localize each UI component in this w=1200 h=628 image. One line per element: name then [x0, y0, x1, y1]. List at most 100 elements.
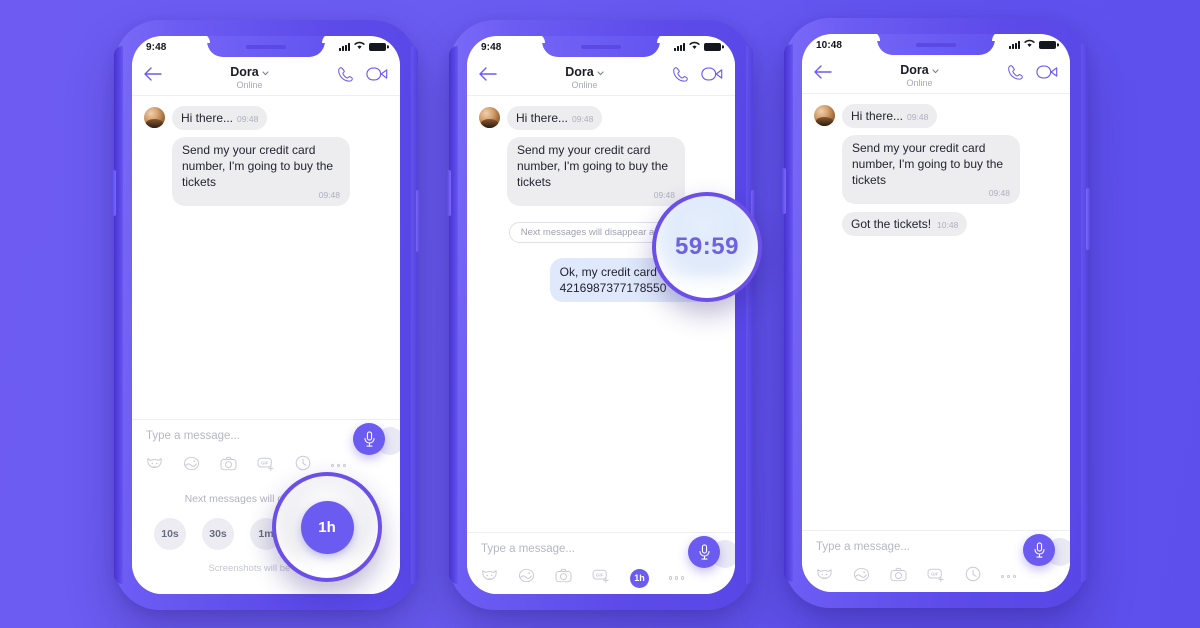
contact-name[interactable]: Dora	[230, 65, 269, 79]
emoji-icon[interactable]	[518, 568, 535, 588]
microphone-button[interactable]	[1023, 534, 1055, 566]
message-text: Hi there...	[516, 111, 569, 125]
gif-icon[interactable]: GIF	[257, 456, 275, 476]
phone-3-message-list: Hi there... 09:48 Send my your credit car…	[802, 94, 1070, 516]
clock-icon[interactable]	[965, 566, 981, 587]
chevron-down-icon	[932, 63, 939, 77]
message-time: 09:48	[907, 112, 929, 122]
emoji-icon[interactable]	[853, 567, 870, 587]
phone-call-icon[interactable]	[1007, 64, 1024, 86]
contact-name-text: Dora	[230, 65, 259, 79]
emoji-icon[interactable]	[183, 456, 200, 476]
avatar	[479, 107, 500, 128]
phone-call-icon[interactable]	[672, 66, 689, 88]
video-camera-icon[interactable]	[1036, 64, 1058, 85]
phone-1-power-button[interactable]	[416, 190, 420, 252]
message-row: Hi there... 09:48	[814, 104, 1058, 128]
video-camera-icon[interactable]	[701, 66, 723, 87]
clock-icon[interactable]	[295, 455, 311, 476]
camera-icon[interactable]	[555, 568, 572, 588]
contact-name[interactable]: Dora	[565, 65, 604, 79]
cellular-signal-icon	[339, 43, 350, 51]
wifi-icon	[354, 41, 365, 53]
gif-icon[interactable]: GIF	[592, 568, 610, 588]
message-bubble[interactable]: Send my your credit card number, I'm goi…	[172, 137, 350, 206]
phone-2-chat-header: Dora Online	[467, 58, 735, 96]
message-input-placeholder: Type a message...	[146, 430, 240, 442]
contact-name[interactable]: Dora	[900, 63, 939, 77]
message-bubble[interactable]: Send my your credit card number, I'm goi…	[842, 135, 1020, 204]
phone-2-composer-tools: GIF 1h	[481, 568, 721, 588]
message-row: Send my your credit card number, I'm goi…	[814, 135, 1058, 204]
phone-1-right-edge	[411, 46, 418, 584]
phone-call-icon[interactable]	[337, 66, 354, 88]
battery-icon	[369, 43, 386, 51]
back-arrow-icon[interactable]	[479, 67, 497, 86]
microphone-button[interactable]	[353, 423, 385, 455]
contact-status: Online	[571, 80, 598, 90]
message-time: 09:48	[653, 190, 675, 201]
sticker-icon[interactable]	[816, 567, 833, 587]
status-time: 9:48	[481, 41, 502, 53]
svg-text:GIF: GIF	[596, 572, 604, 577]
phone-1-composer-tools: GIF	[146, 455, 386, 476]
phone-3-screen: 10:48 Dora Online Hi there... 09:48 Send…	[802, 34, 1070, 592]
countdown-timer: 59:59	[675, 233, 739, 260]
timer-option-30s[interactable]: 30s	[202, 518, 234, 550]
camera-icon[interactable]	[890, 567, 907, 587]
message-row: Send my your credit card number, I'm goi…	[144, 137, 388, 206]
camera-icon[interactable]	[220, 456, 237, 476]
phone-1-left-edge	[114, 46, 123, 584]
message-bubble[interactable]: Hi there... 09:48	[507, 106, 603, 130]
more-icon[interactable]	[669, 576, 685, 580]
more-icon[interactable]	[1001, 574, 1017, 579]
message-text: Got the tickets!	[851, 216, 932, 231]
message-input[interactable]: Type a message...	[146, 430, 386, 442]
phone-3-left-edge	[784, 44, 793, 582]
microphone-button[interactable]	[688, 536, 720, 568]
message-row: Hi there... 09:48	[479, 106, 723, 130]
phone-2-left-edge	[449, 46, 458, 584]
more-icon[interactable]	[331, 463, 347, 468]
phone-2-magnifier: 59:59	[652, 192, 762, 302]
message-input[interactable]: Type a message...	[481, 543, 721, 555]
phone-3-power-button[interactable]	[1086, 188, 1090, 250]
message-row: Got the tickets! 10:48	[814, 211, 1058, 236]
message-text: Hi there...	[181, 111, 234, 125]
gif-icon[interactable]: GIF	[927, 567, 945, 587]
wifi-icon	[689, 41, 700, 53]
magnifier-selected-timer[interactable]: 1h	[300, 500, 354, 554]
message-text: Send my your credit card number, I'm goi…	[852, 141, 1004, 187]
message-time: 09:48	[318, 190, 340, 201]
phone-2-message-list: Hi there... 09:48 Send my your credit car…	[467, 96, 735, 518]
back-arrow-icon[interactable]	[144, 67, 162, 86]
timer-option-10s[interactable]: 10s	[154, 518, 186, 550]
message-input[interactable]: Type a message...	[816, 541, 1056, 553]
back-arrow-icon[interactable]	[814, 65, 832, 84]
sticker-icon[interactable]	[146, 456, 163, 476]
phone-3-chat-header: Dora Online	[802, 56, 1070, 94]
message-bubble[interactable]: Hi there... 09:48	[842, 104, 938, 128]
phone-3-volume-button[interactable]	[782, 168, 786, 214]
battery-icon	[704, 43, 721, 51]
phone-3-composer: Type a message... GIF	[802, 530, 1070, 592]
avatar	[814, 105, 835, 126]
phone-3-right-edge	[1081, 44, 1088, 582]
message-text: Hi there...	[851, 109, 904, 123]
phone-2-volume-button[interactable]	[447, 170, 451, 216]
message-time: 09:48	[572, 114, 594, 124]
contact-status: Online	[236, 80, 263, 90]
phone-1-volume-button[interactable]	[112, 170, 116, 216]
status-time: 9:48	[146, 41, 167, 53]
video-camera-icon[interactable]	[366, 66, 388, 87]
contact-status: Online	[906, 78, 933, 88]
phone-2-right-edge	[746, 46, 753, 584]
svg-text:GIF: GIF	[261, 460, 269, 465]
phone-3: 10:48 Dora Online Hi there... 09:48 Send…	[782, 18, 1090, 608]
message-bubble[interactable]: Hi there... 09:48	[172, 106, 268, 130]
message-time: 09:48	[988, 188, 1010, 199]
sticker-icon[interactable]	[481, 568, 498, 588]
message-bubble[interactable]: Got the tickets! 10:48	[842, 211, 968, 236]
active-timer-badge[interactable]: 1h	[630, 568, 649, 588]
message-bubble[interactable]: Send my your credit card number, I'm goi…	[507, 137, 685, 206]
